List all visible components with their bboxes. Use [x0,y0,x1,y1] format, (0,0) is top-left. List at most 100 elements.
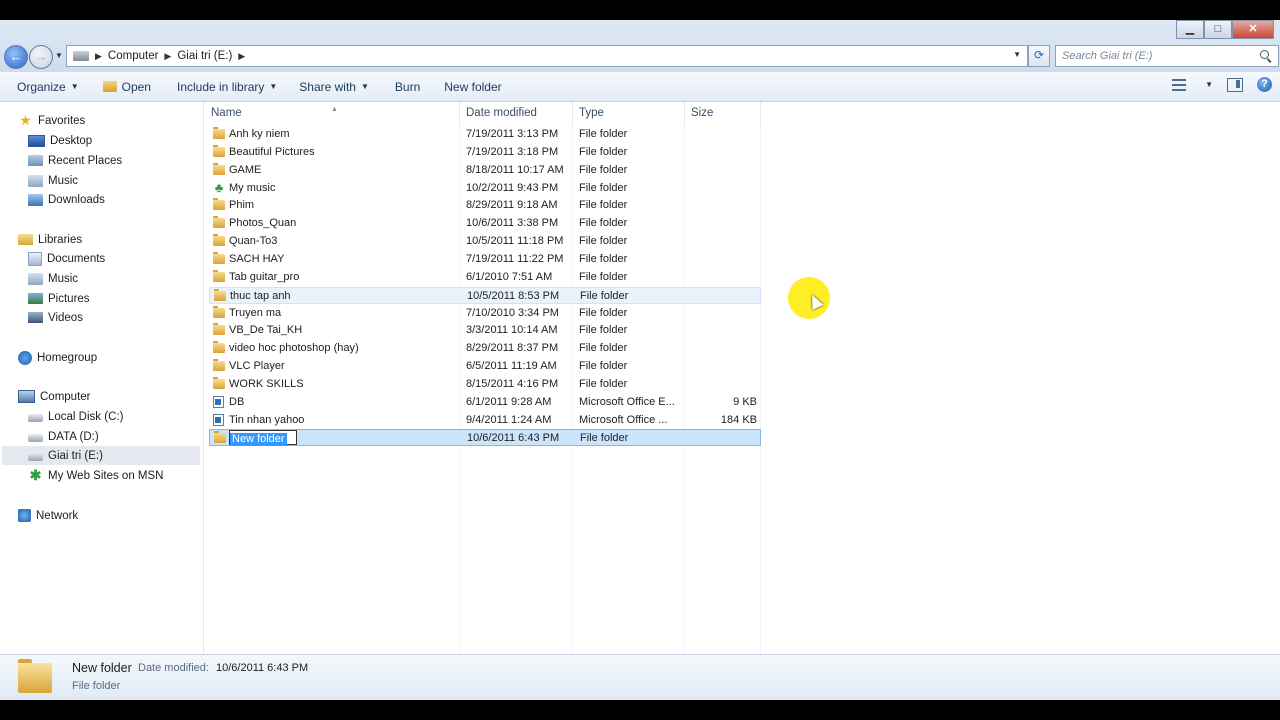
column-header-date[interactable]: Date modified [460,102,573,124]
preview-pane-icon[interactable] [1227,77,1243,92]
sidebar-item-label: Computer [40,390,91,403]
table-row[interactable]: Tin nhan yahoo 9/4/2011 1:24 AM Microsoft … [209,412,761,429]
sidebar-item-library-music[interactable]: Music [28,269,78,288]
table-row[interactable]: VB_De Tai_KH 3/3/2011 10:14 AM File folder [209,322,761,339]
file-type: File folder [579,182,628,194]
network-icon [18,509,31,522]
sidebar-item-label: Music [48,174,79,187]
file-type: Microsoft Office ... [579,414,668,426]
refresh-button[interactable]: ⟳ [1028,45,1050,67]
file-name: DB [229,396,245,408]
sidebar-item-recent-places[interactable]: Recent Places [28,151,122,170]
sidebar-item-network[interactable]: Network [18,506,78,525]
column-header-size[interactable]: Size [685,102,761,124]
file-type: File folder [579,128,628,140]
include-in-library-button[interactable]: Include in library ▼ [159,72,285,101]
column-header-type[interactable]: Type [573,102,685,124]
help-icon[interactable]: ? [1257,77,1272,92]
sidebar-item-pictures[interactable]: Pictures [28,289,90,308]
file-name: Beautiful Pictures [229,146,315,158]
sidebar-item-homegroup[interactable]: Homegroup [18,348,97,367]
breadcrumb-computer[interactable]: Computer [108,50,159,62]
chevron-down-icon[interactable]: ▼ [1205,80,1213,89]
table-row[interactable]: video hoc photoshop (hay) 8/29/2011 8:37 … [209,340,761,357]
file-date: 8/29/2011 9:18 AM [466,199,558,211]
maximize-button[interactable]: □ [1204,20,1232,39]
star-icon: ★ [19,112,32,128]
sidebar-item-libraries[interactable]: Libraries [18,230,82,249]
table-row[interactable]: WORK SKILLS 8/15/2011 4:16 PM File folder [209,376,761,393]
table-row[interactable]: Truyen ma 7/10/2010 3:34 PM File folder [209,305,761,322]
table-row[interactable]: SACH HAY 7/19/2011 11:22 PM File folder [209,251,761,268]
sort-ascending-icon: ▲ [331,106,338,113]
table-row[interactable]: New folder 10/6/2011 6:43 PM File folder [209,429,761,446]
folder-icon [213,216,225,228]
change-view-icon[interactable] [1172,78,1187,91]
sidebar-item-documents[interactable]: Documents [28,249,105,268]
table-row[interactable]: GAME 8/18/2011 10:17 AM File folder [209,162,761,179]
sidebar-item-videos[interactable]: Videos [28,308,83,327]
file-type: File folder [579,342,628,354]
column-header-name[interactable]: ▲ Name [205,102,460,124]
table-row[interactable]: VLC Player 6/5/2011 11:19 AM File folder [209,358,761,375]
folder-icon [213,359,225,371]
back-button[interactable]: ← [4,45,28,69]
column-label: Size [691,107,714,119]
address-area: ▁ □ ✕ ← → ▼ ▶ Computer ▶ Giai tri (E:) ▶… [0,20,1280,72]
search-input[interactable]: Search Giai tri (E:) [1062,50,1260,62]
sidebar-item-desktop[interactable]: Desktop [28,131,92,150]
sidebar-item-favorites[interactable]: ★ Favorites [18,111,85,130]
table-row[interactable]: thuc tap anh 10/5/2011 8:53 PM File folder [209,287,761,304]
close-button[interactable]: ✕ [1232,20,1274,39]
table-row[interactable]: Phim 8/29/2011 9:18 AM File folder [209,197,761,214]
sidebar-item-downloads[interactable]: Downloads [28,190,105,209]
sidebar-item-msn-web-sites[interactable]: ✱ My Web Sites on MSN [28,466,164,485]
sidebar-item-label: My Web Sites on MSN [48,469,164,482]
computer-icon [18,390,35,403]
folder-icon [213,234,225,246]
file-date: 10/2/2011 9:43 PM [466,182,559,194]
music-icon [28,272,43,285]
file-name: Phim [229,199,255,211]
search-box[interactable]: Search Giai tri (E:) [1055,45,1279,67]
chevron-right-icon[interactable]: ▶ [95,51,102,62]
file-type: File folder [579,146,628,158]
burn-button[interactable]: Burn [377,72,428,101]
table-row[interactable]: Tab guitar_pro 6/1/2010 7:51 AM File folde… [209,269,761,286]
search-icon[interactable] [1260,50,1272,62]
table-row[interactable]: Anh ky niem 7/19/2011 3:13 PM File folder [209,126,761,143]
table-row[interactable]: Beautiful Pictures 7/19/2011 3:18 PM File … [209,144,761,161]
table-row[interactable]: ♣ My music 10/2/2011 9:43 PM File folder [209,180,761,197]
chevron-right-icon[interactable]: ▶ [238,51,245,62]
details-name: New folder [72,661,132,675]
recent-pages-dropdown[interactable]: ▼ [55,51,63,60]
sidebar-item-local-disk-c[interactable]: Local Disk (C:) [28,407,123,426]
breadcrumb-giai-tri[interactable]: Giai tri (E:) [177,50,232,62]
table-row[interactable]: DB 6/1/2011 9:28 AM Microsoft Office E... 9… [209,394,761,411]
rename-text: New folder [230,433,287,446]
organize-button[interactable]: Organize ▼ [0,72,87,101]
column-header: ▲ Name Date modified Type Size [204,102,1280,124]
sidebar-item-label: Libraries [38,233,83,246]
folder-icon [213,163,225,175]
address-bar[interactable]: ▶ Computer ▶ Giai tri (E:) ▶ ▼ [66,45,1028,67]
folder-icon [18,659,52,693]
share-with-button[interactable]: Share with ▼ [285,72,377,101]
address-dropdown-icon[interactable]: ▼ [1013,50,1021,59]
burn-label: Burn [394,79,421,94]
sidebar-item-giai-tri-e[interactable]: Giai tri (E:) [2,446,200,465]
table-row[interactable]: Quan-To3 10/5/2011 11:18 PM File folder [209,233,761,250]
sidebar-item-computer[interactable]: Computer [18,387,91,406]
navigation-pane: ★ Favorites Desktop Recent Places Music D… [0,102,204,654]
minimize-button[interactable]: ▁ [1176,20,1204,39]
sidebar-item-music[interactable]: Music [28,171,78,190]
chevron-right-icon[interactable]: ▶ [164,51,171,62]
hard-drive-icon [28,414,43,422]
table-row[interactable]: Photos_Quan 10/6/2011 3:38 PM File folder [209,215,761,232]
rename-input[interactable]: New folder [229,430,297,446]
window-controls: ▁ □ ✕ [1176,20,1274,39]
sidebar-item-data-d[interactable]: DATA (D:) [28,427,99,446]
new-folder-button[interactable]: New folder [428,72,509,101]
open-button[interactable]: Open [87,72,159,101]
forward-button[interactable]: → [29,45,53,69]
